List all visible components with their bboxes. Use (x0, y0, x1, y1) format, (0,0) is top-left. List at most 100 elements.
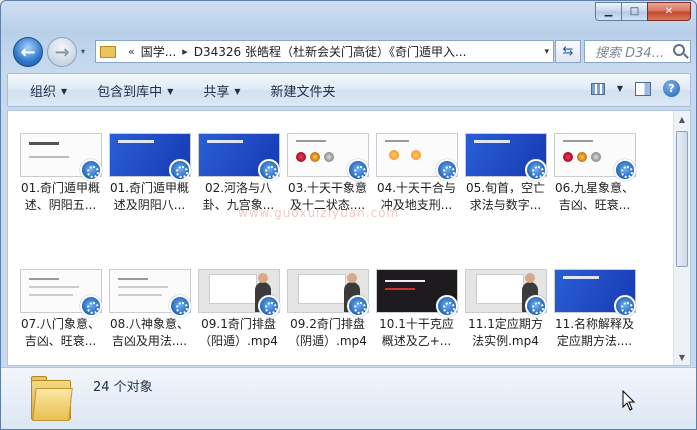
scroll-thumb[interactable] (676, 131, 688, 267)
file-name-line1: 07.八门象意、 (20, 317, 101, 331)
file-name-line2: 述、阴阳五... (24, 198, 97, 212)
breadcrumb-separator-icon[interactable]: ▸ (182, 45, 188, 58)
file-name: 11.1定应期方 法实例.mp4 (461, 316, 550, 350)
media-player-icon (347, 159, 369, 181)
organize-label: 组织 (30, 84, 57, 100)
recent-pages-dropdown[interactable]: ▾ (81, 47, 85, 56)
file-name-line2: 法实例.mp4 (472, 334, 539, 348)
view-dropdown-icon[interactable]: ▼ (617, 84, 623, 93)
vertical-scrollbar[interactable]: ▲ ▼ (673, 111, 690, 365)
file-name-line1: 09.2奇门排盘 (290, 317, 365, 331)
scroll-down-icon[interactable]: ▼ (675, 349, 689, 365)
search-icon[interactable] (673, 44, 685, 56)
maximize-button[interactable]: □ (621, 2, 647, 21)
file-name-line1: 06.九星象意、 (554, 181, 635, 195)
file-item[interactable]: 01.奇门遁甲概 述、阴阳五... (16, 133, 105, 229)
file-name-line2: （阳遁）.mp4 (199, 334, 278, 348)
media-player-icon (258, 159, 280, 181)
view-controls: ▼ ? (590, 80, 680, 97)
search-input[interactable]: 搜索 D34... (584, 40, 691, 63)
scroll-up-icon[interactable]: ▲ (675, 111, 689, 127)
item-count: 24 个对象 (93, 380, 153, 395)
new-folder-button[interactable]: 新建文件夹 (271, 81, 336, 100)
mouse-cursor-icon (622, 390, 636, 411)
address-dropdown-icon[interactable]: ▾ (544, 47, 549, 57)
chevron-down-icon: ▼ (234, 86, 241, 96)
file-name: 01.奇门遁甲概 述及阴阳八... (105, 180, 194, 214)
file-item[interactable]: 11.名称解释及 定应期方法.... (550, 269, 639, 365)
file-item[interactable]: 10.1十干克应 概述及乙+... (372, 269, 461, 365)
command-bar: 组织 ▼ 包含到库中 ▼ 共享 ▼ 新建文件夹 ▼ ? (7, 73, 691, 107)
file-item[interactable]: 01.奇门遁甲概 述及阴阳八... (105, 133, 194, 229)
folder-icon (31, 376, 73, 422)
help-icon[interactable]: ? (663, 80, 680, 97)
file-item[interactable]: 05.旬首，空亡 求法与数字... (461, 133, 550, 229)
file-name-line2: 吉凶及用法.... (111, 334, 188, 348)
change-view-icon[interactable] (590, 82, 605, 95)
media-player-icon (436, 295, 458, 317)
file-name-line2: 概述及乙+... (381, 334, 452, 348)
file-item[interactable]: 08.八神象意、 吉凶及用法.... (105, 269, 194, 365)
file-item[interactable]: 09.2奇门排盘 （阴遁）.mp4 (283, 269, 372, 365)
caption-buttons: ▁ □ ✕ (595, 2, 691, 21)
forward-button[interactable]: → (47, 37, 77, 67)
file-name: 01.奇门遁甲概 述、阴阳五... (16, 180, 105, 214)
file-name: 10.1十干克应 概述及乙+... (372, 316, 461, 350)
include-label: 包含到库中 (97, 84, 163, 100)
file-name-line2: 吉凶、旺衰... (558, 198, 631, 212)
share-menu[interactable]: 共享 ▼ (203, 81, 240, 100)
file-item[interactable]: 06.九星象意、 吉凶、旺衰... (550, 133, 639, 229)
file-item[interactable]: 11.1定应期方 法实例.mp4 (461, 269, 550, 365)
media-player-icon (614, 295, 636, 317)
back-button[interactable]: ← (13, 37, 43, 67)
file-name-line1: 03.十天干象意 (287, 181, 368, 195)
close-button[interactable]: ✕ (647, 2, 691, 21)
refresh-button[interactable]: ⇆ (555, 40, 581, 63)
share-label: 共享 (203, 84, 230, 100)
minimize-button[interactable]: ▁ (595, 2, 621, 21)
file-name-line1: 08.八神象意、 (109, 317, 190, 331)
arrow-right-icon: → (54, 41, 70, 63)
media-player-icon (80, 159, 102, 181)
breadcrumb-item-2[interactable]: D34326 张皓程（杜新会关门高徒）《奇门遁甲入... (194, 43, 467, 60)
folder-icon (100, 45, 116, 58)
file-name-line1: 11.名称解释及 (554, 317, 635, 331)
search-placeholder: 搜索 D34... (595, 46, 665, 61)
refresh-icon: ⇆ (562, 44, 574, 59)
file-name-line1: 05.旬首，空亡 (465, 181, 546, 195)
file-name: 07.八门象意、 吉凶、旺衰... (16, 316, 105, 350)
file-name-line2: 吉凶、旺衰... (24, 334, 97, 348)
chevron-down-icon: ▼ (167, 86, 174, 96)
file-list[interactable]: 01.奇门遁甲概 述、阴阳五... 01.奇门遁甲概 述及阴阳八... 02.河洛与八卦… (7, 110, 691, 366)
media-player-icon (258, 295, 280, 317)
watermark-text: www.guoxuiziyuan.com (238, 206, 400, 220)
file-name: 06.九星象意、 吉凶、旺衰... (550, 180, 639, 214)
media-player-icon (525, 295, 547, 317)
file-name: 08.八神象意、 吉凶及用法.... (105, 316, 194, 350)
include-in-library-menu[interactable]: 包含到库中 ▼ (97, 81, 173, 100)
file-name-line1: 04.十天干合与 (376, 181, 457, 195)
file-item[interactable]: 07.八门象意、 吉凶、旺衰... (16, 269, 105, 365)
new-folder-label: 新建文件夹 (270, 84, 336, 100)
file-name-line1: 01.奇门遁甲概 (20, 181, 101, 195)
file-name-line1: 09.1奇门排盘 (201, 317, 276, 331)
file-name: 05.旬首，空亡 求法与数字... (461, 180, 550, 214)
media-player-icon (169, 159, 191, 181)
address-bar[interactable]: « 国学... ▸ D34326 张皓程（杜新会关门高徒）《奇门遁甲入... ▾ (95, 40, 554, 63)
media-player-icon (169, 295, 191, 317)
file-name: 09.2奇门排盘 （阴遁）.mp4 (283, 316, 372, 350)
arrow-left-icon: ← (20, 41, 36, 63)
preview-pane-icon[interactable] (635, 81, 651, 96)
file-name-line1: 01.奇门遁甲概 (109, 181, 190, 195)
chevron-down-icon: ▼ (61, 86, 68, 96)
organize-menu[interactable]: 组织 ▼ (30, 81, 67, 100)
breadcrumb-overflow[interactable]: « (128, 45, 135, 58)
file-name-line1: 11.1定应期方 (468, 317, 543, 331)
file-name-line2: 述及阴阳八... (113, 198, 186, 212)
breadcrumb-item-1[interactable]: 国学... (141, 43, 176, 60)
file-name: 11.名称解释及 定应期方法.... (550, 316, 639, 350)
file-item[interactable]: 09.1奇门排盘 （阳遁）.mp4 (194, 269, 283, 365)
media-player-icon (436, 159, 458, 181)
file-name: 09.1奇门排盘 （阳遁）.mp4 (194, 316, 283, 350)
file-name-line1: 10.1十干克应 (379, 317, 454, 331)
